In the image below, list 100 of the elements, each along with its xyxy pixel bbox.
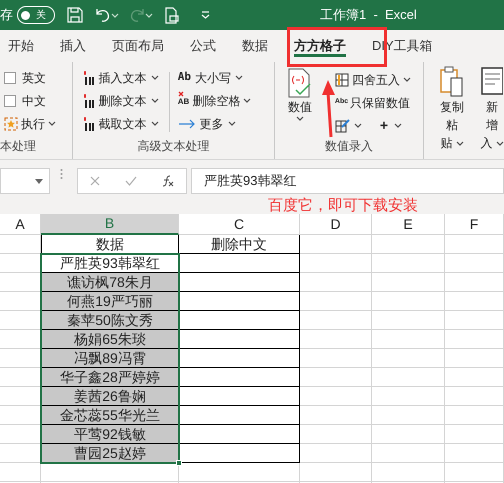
table-icon [334,72,349,86]
table-cell [300,368,372,387]
table-cell: 杨娟65朱琰 [41,330,179,349]
ribbon-tab[interactable]: 页面布局 [112,30,164,62]
table-cell [300,330,372,349]
drag-handle-icon [60,168,63,180]
plus-button[interactable]: + [380,115,402,136]
ribbon-tab[interactable]: 公式 [190,30,216,62]
table-cell [300,254,372,273]
group-label: 数值录入 [325,138,374,155]
chevron-icon[interactable] [296,116,304,121]
ribbon-tab[interactable]: 数据 [242,30,268,62]
table-cell [300,425,372,444]
table-cell [445,292,504,311]
table-pencil-icon [334,118,351,133]
checkbox-label: 英文 [22,70,46,86]
ribbon-tab[interactable]: 插入 [60,30,86,62]
formula-input[interactable]: 严胜英93韩翠红 [191,168,504,194]
text-insert-icon [82,92,95,108]
table-cell: 何燕19严巧丽 [41,292,179,311]
chevron-icon[interactable] [456,140,464,146]
chevron-icon[interactable] [150,75,159,80]
column-header[interactable]: B [41,214,179,235]
chevron-icon[interactable] [150,98,159,103]
table-cell: 姜茜26鲁娴 [41,387,179,406]
chevron-icon[interactable] [354,123,362,128]
text-tool-button[interactable]: 插入文本 [82,66,169,89]
toggle-label: 关 [36,8,46,22]
column-header[interactable]: C [179,214,300,235]
table-cell [445,349,504,368]
trim-button[interactable]: AB 删除空格 [178,89,252,112]
table-cell [300,349,372,368]
table-cell [300,444,372,463]
column-header[interactable]: F [445,214,504,235]
table-cell [300,406,372,425]
table-cell [300,273,372,292]
chevron-icon[interactable] [243,98,252,103]
table-cell [445,330,504,349]
table-cell [300,387,372,406]
table-cell: 平莺92钱敏 [41,425,179,444]
window-title: 工作簿1 - Excel [320,6,417,24]
group-label: 本处理 [0,138,37,155]
print-preview-icon[interactable] [165,6,179,24]
table-cell: 金芯蕊55华光兰 [41,406,179,425]
checkbox[interactable] [4,72,16,84]
number-button[interactable]: 数值 [282,68,317,137]
column-header[interactable]: A [0,214,41,235]
table-cell [445,368,504,387]
dropdown-icon [35,178,43,184]
autosave-toggle[interactable]: 关 [17,6,55,24]
ribbon-tab[interactable]: 方方格子 [294,30,346,62]
check-icon[interactable] [124,176,137,186]
cross-icon [178,91,184,97]
customize-icon[interactable] [201,11,210,19]
checkbox-label: 中文 [22,92,46,110]
column-header[interactable]: D [300,214,372,235]
table-cell [445,387,504,406]
chevron-icon[interactable] [234,75,243,80]
table-cell: 秦苹50陈文秀 [41,311,179,330]
annotation-note: 百度它，即可下载安装 [268,197,418,215]
table-cell [445,425,504,444]
more-button[interactable]: 更多 [178,112,252,135]
insert-new-button[interactable]: 新增 入 [480,66,504,159]
table-cell [300,292,372,311]
table-cell: 曹园25赵婷 [41,444,179,463]
save-icon[interactable] [67,7,83,23]
table-cell: 删除中文 [179,235,300,254]
arrow-annotation [322,80,336,138]
chevron-icon[interactable] [228,121,236,126]
case-button[interactable]: Ab 大小写 [178,66,252,89]
text-insert-icon [82,70,95,86]
ribbon-tab[interactable]: 开始 [8,30,34,62]
star-icon [4,116,18,130]
checkbox[interactable] [4,94,16,106]
table-cell: 严胜英93韩翠红 [41,254,179,273]
text-tool-button[interactable]: 删除文本 [82,89,169,112]
column-header[interactable]: E [372,214,445,235]
round-button[interactable]: 四舍五入 [334,68,411,91]
arrow-right-icon [178,118,196,128]
chevron-icon[interactable] [496,140,504,146]
edit-button[interactable] [334,118,362,133]
table-cell [0,463,41,482]
chevron-icon[interactable] [402,77,411,82]
undo-icon[interactable] [95,7,111,23]
table-cell [445,273,504,292]
clipboard-icon [439,66,466,98]
chevron-icon[interactable] [150,121,159,126]
function-icon[interactable] [162,175,174,187]
table-cell [445,235,504,254]
run-button[interactable]: 执行 [0,112,72,135]
table-cell: 数据 [41,235,179,254]
table-cell [445,463,504,482]
table-cell [300,235,372,254]
chevron-icon[interactable] [48,121,56,126]
document-check-icon [286,68,313,98]
chevron-icon[interactable] [394,123,402,128]
copy-paste-button[interactable]: 复制粘 贴 [434,66,470,159]
table-cell: 冯飘89冯霄 [41,349,179,368]
text-insert-icon [82,116,95,132]
text-tool-button[interactable]: 截取文本 [82,112,169,135]
